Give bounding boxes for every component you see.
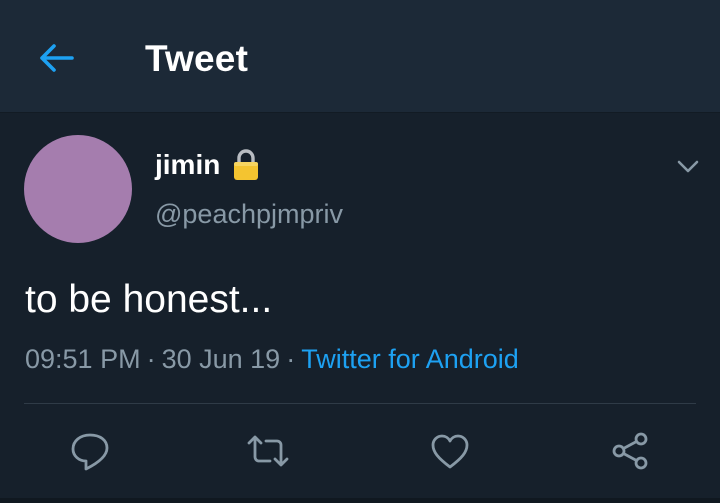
meta-separator: ·: [286, 344, 296, 374]
chevron-down-icon: [677, 160, 699, 173]
lock-icon: [232, 148, 260, 182]
share-button[interactable]: [604, 425, 656, 477]
author-name-row: jimin: [155, 148, 260, 182]
meta-separator: ·: [146, 344, 156, 374]
top-app-bar: Tweet: [0, 0, 720, 113]
like-button[interactable]: [424, 425, 476, 477]
retweet-icon: [247, 435, 289, 467]
tweet-meta: 09:51 PM · 30 Jun 19 · Twitter for Android: [25, 344, 519, 375]
action-bar: [0, 425, 720, 479]
share-icon: [612, 432, 648, 470]
avatar[interactable]: [24, 135, 132, 243]
tweet-screen: Tweet jimin @peachpjmpriv to be honest..…: [0, 0, 720, 503]
user-handle[interactable]: @peachpjmpriv: [155, 199, 343, 230]
bottom-divider: [0, 498, 720, 503]
tweet-source-link[interactable]: Twitter for Android: [301, 344, 519, 374]
tweet-options-button[interactable]: [670, 148, 706, 184]
tweet-time: 09:51 PM: [25, 344, 141, 374]
reply-button[interactable]: [64, 425, 116, 477]
arrow-left-icon: [40, 44, 74, 72]
reply-icon: [71, 433, 109, 471]
back-button[interactable]: [32, 38, 80, 78]
divider: [24, 403, 696, 404]
tweet-text: to be honest...: [25, 278, 273, 321]
tweet-date: 30 Jun 19: [161, 344, 281, 374]
display-name[interactable]: jimin: [155, 149, 220, 181]
retweet-button[interactable]: [242, 425, 294, 477]
heart-icon: [431, 434, 469, 469]
page-title: Tweet: [145, 38, 249, 79]
